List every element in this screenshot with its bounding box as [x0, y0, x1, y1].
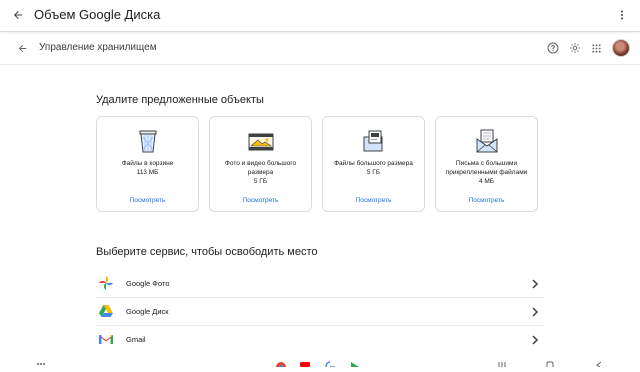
- help-icon[interactable]: [546, 42, 559, 55]
- card-large-files[interactable]: Файлы большого размера 5 ГБ Посмотреть: [322, 116, 425, 212]
- play-store-icon[interactable]: [350, 354, 360, 367]
- chrome-icon[interactable]: [276, 354, 286, 372]
- google-drive-icon: [98, 303, 114, 319]
- services-title: Выберите сервис, чтобы освободить место: [96, 246, 318, 258]
- suggestion-cards: Файлы в корзине 113 МБ Посмотреть Фото и…: [96, 116, 538, 212]
- back-arrow-icon[interactable]: [10, 7, 26, 23]
- system-nav-bar: [0, 352, 640, 372]
- recents-icon[interactable]: [497, 354, 507, 367]
- service-name: Gmail: [126, 335, 146, 344]
- chevron-right-icon: [530, 277, 540, 289]
- card-mail-attachments[interactable]: Письма с большими прикрепленными файлами…: [435, 116, 538, 212]
- card-label: Файлы большого размера 5 ГБ: [334, 160, 413, 176]
- home-icon[interactable]: [545, 354, 555, 369]
- card-trash[interactable]: Файлы в корзине 113 МБ Посмотреть: [96, 116, 199, 212]
- service-name: Google Фото: [126, 279, 170, 288]
- service-row-gmail[interactable]: Gmail: [96, 326, 544, 353]
- card-label: Файлы в корзине 113 МБ: [121, 160, 174, 176]
- large-files-icon: [360, 127, 388, 155]
- google-photos-icon: [98, 275, 114, 291]
- back-arrow-icon[interactable]: [15, 41, 29, 55]
- card-label: Письма с большими прикрепленными файлами…: [445, 160, 528, 185]
- chevron-right-icon: [530, 305, 540, 317]
- photo-film-icon: [247, 127, 275, 155]
- gmail-icon: [98, 331, 114, 347]
- suggestions-title: Удалите предложенные объекты: [96, 94, 264, 106]
- mail-attachment-icon: [473, 127, 501, 155]
- services-list: Google Фото Google Диск Gmail: [96, 270, 544, 353]
- trash-icon: [134, 127, 162, 155]
- google-icon[interactable]: [325, 354, 335, 371]
- apps-icon[interactable]: [36, 354, 46, 365]
- view-button[interactable]: Посмотреть: [323, 197, 424, 204]
- view-button[interactable]: Посмотреть: [97, 197, 198, 204]
- more-vert-icon[interactable]: [614, 7, 630, 23]
- header-actions: [546, 39, 630, 57]
- view-button[interactable]: Посмотреть: [436, 197, 537, 204]
- app-title: Объем Google Диска: [34, 7, 161, 22]
- apps-grid-icon[interactable]: [590, 42, 603, 55]
- service-row-google-drive[interactable]: Google Диск: [96, 298, 544, 326]
- view-button[interactable]: Посмотреть: [210, 197, 311, 204]
- back-icon[interactable]: [594, 354, 604, 369]
- service-name: Google Диск: [126, 307, 169, 316]
- chevron-right-icon: [530, 333, 540, 345]
- service-row-google-photos[interactable]: Google Фото: [96, 270, 544, 298]
- account-avatar[interactable]: [612, 39, 630, 57]
- page-header: Управление хранилищем: [0, 32, 640, 65]
- youtube-icon[interactable]: [300, 354, 310, 367]
- settings-gear-icon[interactable]: [568, 42, 581, 55]
- app-bar: Объем Google Диска: [0, 0, 640, 32]
- page-title: Управление хранилищем: [39, 42, 157, 53]
- card-large-media[interactable]: Фото и видео большого размера 5 ГБ Посмо…: [209, 116, 312, 212]
- card-label: Фото и видео большого размера 5 ГБ: [224, 160, 297, 185]
